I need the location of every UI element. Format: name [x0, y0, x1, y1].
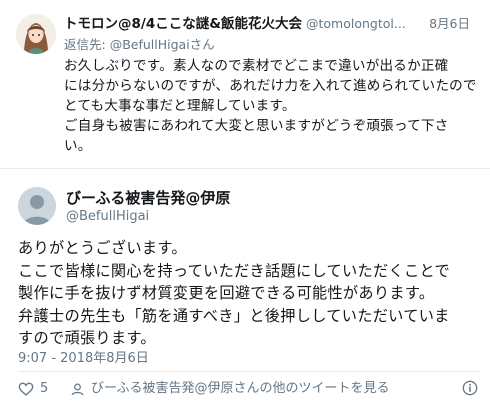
main-body-line: ここで皆様に関心を持っていただき話題にしていただくことで	[18, 261, 450, 280]
reply-header: トモロン@8/4ここな謎&飯能花火大会 @tomolongtol...	[64, 14, 480, 34]
like-button[interactable]: 5	[18, 378, 48, 400]
reply-body-line: には分からないのですが、あれだけ力を入れて進められていたので	[64, 78, 477, 94]
person-icon	[18, 187, 56, 225]
reply-date[interactable]: 8月6日	[427, 14, 470, 34]
heart-icon	[18, 382, 34, 396]
reply-body-line: お久しぶりです。素人なので素材でどこまで違いが出るか正確	[64, 58, 449, 74]
info-icon[interactable]	[462, 380, 478, 404]
like-count: 5	[40, 381, 49, 396]
more-tweets-link[interactable]: びーふる被害告発@伊原さんの他のツイートを見る	[70, 378, 389, 400]
avatar[interactable]	[16, 14, 56, 54]
default-avatar-icon[interactable]	[18, 187, 56, 225]
main-body-line: 弁護士の先生も「筋を通すべき」と後押ししていただいていま	[18, 306, 450, 325]
reply-handle[interactable]: @tomolongtol...	[306, 16, 406, 31]
reply-to-suffix: さん	[189, 37, 215, 52]
reply-tweet: トモロン@8/4ここな謎&飯能花火大会 @tomolongtol... 8月6日 …	[0, 0, 490, 169]
reply-to-prefix: 返信先:	[64, 37, 110, 52]
reply-body-line: ご自身も被害にあわれて大変と思いますがどうぞ頑張って下さ	[64, 118, 449, 134]
main-body-line: 製作に手を抜けず材質変更を回避できる可能性があります。	[18, 284, 435, 302]
main-body-line: すので頑張ります。	[18, 329, 156, 347]
main-body-line: ありがとうございます。	[18, 239, 187, 257]
main-handle[interactable]: @BefullHigai	[66, 208, 149, 226]
reply-display-name[interactable]: トモロン@8/4ここな謎&飯能花火大会	[64, 16, 302, 32]
reply-body-line: い。	[64, 138, 92, 154]
reply-body-line: とても大事な事だと理解しています。	[64, 98, 296, 114]
avatar-image	[16, 14, 56, 54]
reply-to-handle-link[interactable]: @BefullHigai	[110, 37, 190, 52]
divider	[18, 371, 480, 372]
main-body: ありがとうございます。 ここで皆様に関心を持っていただき話題にしていただくことで…	[18, 237, 480, 350]
reply-body: お久しぶりです。素人なので素材でどこまで違いが出るか正確 には分からないのですが…	[64, 56, 477, 156]
tweet-timestamp[interactable]: 9:07 - 2018年8月6日	[18, 350, 149, 368]
tweet-actions: 5 びーふる被害告発@伊原さんの他のツイートを見る	[18, 378, 480, 400]
reply-to-line: 返信先: @BefullHigaiさん	[64, 36, 215, 54]
person-icon	[71, 383, 84, 395]
info-icon-glyph	[462, 380, 478, 396]
main-display-name[interactable]: びーふる被害告発@伊原	[66, 188, 230, 208]
more-tweets-label: びーふる被害告発@伊原さんの他のツイートを見る	[91, 381, 390, 396]
